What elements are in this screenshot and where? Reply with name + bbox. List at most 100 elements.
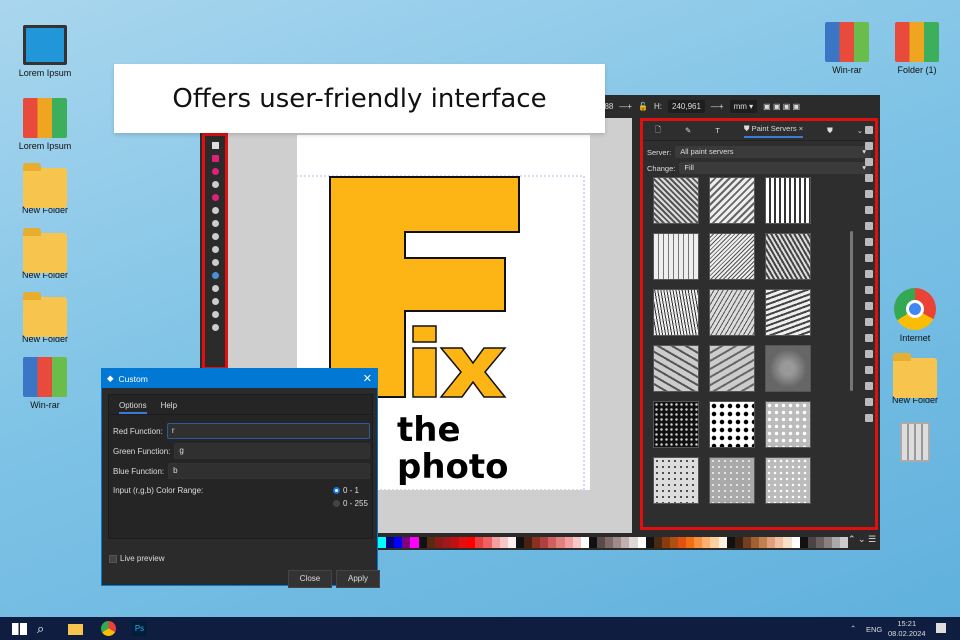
spiral-tool-icon[interactable]: [211, 207, 219, 214]
desktop-icon-win-rar[interactable]: Win-rar: [10, 357, 80, 410]
palette-scroll-up-icon[interactable]: ⌃ ⌄ ☰: [848, 534, 876, 545]
pattern-swatch[interactable]: [765, 345, 811, 392]
range-radio-0-1[interactable]: 0 - 1: [333, 486, 359, 495]
pattern-swatch[interactable]: [765, 289, 811, 336]
pattern-swatch[interactable]: [653, 345, 699, 392]
shield-tab-icon[interactable]: ⛊: [827, 126, 833, 136]
pencil-tool-icon[interactable]: [211, 233, 219, 240]
palette-swatch[interactable]: [402, 537, 411, 548]
file-explorer-icon[interactable]: [68, 624, 83, 635]
photoshop-icon[interactable]: Ps: [132, 621, 147, 636]
palette-swatch[interactable]: [467, 537, 476, 548]
palette-swatch[interactable]: [653, 537, 662, 548]
palette-swatch[interactable]: [523, 537, 533, 548]
palette-swatch[interactable]: [605, 537, 614, 548]
desktop-icon-new-folder-3[interactable]: New Folder: [10, 291, 80, 344]
pattern-swatch[interactable]: [765, 401, 811, 448]
palette-swatch[interactable]: [694, 537, 703, 548]
minus-plus-icon[interactable]: —+: [711, 102, 724, 111]
language-indicator[interactable]: ENG: [866, 625, 882, 634]
desktop-icon-new-folder-1[interactable]: New Folder: [10, 162, 80, 215]
new-document-icon[interactable]: [865, 126, 873, 134]
text-tab-icon[interactable]: T: [715, 126, 720, 135]
apply-button[interactable]: Apply: [336, 570, 380, 588]
palette-swatch[interactable]: [556, 537, 565, 548]
palette-swatch[interactable]: [669, 537, 679, 548]
pattern-swatch[interactable]: [653, 401, 699, 448]
palette-swatch[interactable]: [726, 537, 735, 548]
ungroup-icon[interactable]: [865, 366, 873, 374]
zoom-icon[interactable]: [865, 302, 873, 310]
palette-swatch[interactable]: [491, 537, 500, 548]
pattern-swatch[interactable]: [653, 457, 699, 504]
blue-function-input[interactable]: b: [168, 463, 370, 479]
3d-box-tool-icon[interactable]: [211, 194, 219, 201]
undo-icon[interactable]: [865, 222, 873, 230]
paste-icon[interactable]: [865, 286, 873, 294]
green-function-input[interactable]: g: [174, 443, 370, 459]
palette-swatch[interactable]: [791, 537, 800, 548]
unit-select[interactable]: mm ▾: [729, 100, 758, 113]
desktop-icon-lorem-ipsum-computer[interactable]: Lorem Ipsum: [10, 25, 80, 78]
palette-swatch[interactable]: [515, 537, 524, 548]
ellipse-tool-icon[interactable]: [211, 168, 219, 175]
rectangle-tool-icon[interactable]: [211, 155, 219, 162]
palette-swatch[interactable]: [742, 537, 752, 548]
palette-swatch[interactable]: [410, 537, 419, 548]
palette-swatch[interactable]: [678, 537, 687, 548]
palette-swatch[interactable]: [832, 537, 841, 548]
palette-swatch[interactable]: [718, 537, 727, 548]
palette-swatch[interactable]: [418, 537, 427, 548]
fill-stroke-tab-icon[interactable]: ✎: [685, 126, 691, 135]
palette-swatch[interactable]: [783, 537, 792, 548]
notifications-icon[interactable]: [936, 623, 946, 633]
pattern-swatch[interactable]: [709, 177, 755, 224]
pattern-swatch[interactable]: [709, 233, 755, 280]
range-radio-0-255[interactable]: 0 - 255: [333, 499, 368, 508]
pattern-swatch[interactable]: [653, 177, 699, 224]
tray-chevron-icon[interactable]: ⌃: [850, 624, 856, 633]
palette-swatch[interactable]: [702, 537, 711, 548]
selector-tool-icon[interactable]: [211, 142, 219, 149]
palette-swatch[interactable]: [532, 537, 541, 548]
palette-swatch[interactable]: [645, 537, 654, 548]
palette-swatch[interactable]: [710, 537, 719, 548]
palette-swatch[interactable]: [386, 537, 395, 548]
document-properties-tab-icon[interactable]: 🗋: [655, 124, 661, 137]
palette-swatch[interactable]: [621, 537, 630, 548]
print-icon[interactable]: [865, 174, 873, 182]
gradient-tool-icon[interactable]: [211, 272, 219, 279]
pattern-swatch[interactable]: [709, 457, 755, 504]
tab-paint-servers[interactable]: ⛊ Paint Servers ×: [743, 124, 804, 138]
desktop-icon-win-rar-right[interactable]: Win-rar: [812, 22, 882, 75]
panel-scrollbar[interactable]: [850, 231, 853, 391]
palette-swatch[interactable]: [426, 537, 435, 548]
palette-swatch[interactable]: [564, 537, 573, 548]
palette-swatch[interactable]: [767, 537, 776, 548]
palette-swatch[interactable]: [661, 537, 670, 548]
palette-swatch[interactable]: [588, 537, 597, 548]
palette-swatch[interactable]: [572, 537, 581, 548]
calligraphy-tool-icon[interactable]: [211, 246, 219, 253]
palette-swatch[interactable]: [434, 537, 443, 548]
open-icon[interactable]: [865, 142, 873, 150]
eraser-tool-icon[interactable]: [211, 324, 219, 331]
palette-swatch[interactable]: [507, 537, 516, 548]
palette-swatch[interactable]: [580, 537, 589, 548]
lock-icon[interactable]: 🔓: [638, 102, 648, 111]
paint-bucket-icon[interactable]: [211, 311, 219, 318]
cut-icon[interactable]: [865, 270, 873, 278]
desktop-icon-recycle-bin[interactable]: [880, 422, 950, 465]
pattern-swatch[interactable]: [765, 177, 811, 224]
palette-swatch[interactable]: [759, 537, 768, 548]
pen-tool-icon[interactable]: [211, 220, 219, 227]
close-button[interactable]: Close: [288, 570, 332, 588]
server-select[interactable]: All paint servers ▾: [675, 146, 871, 158]
close-icon[interactable]: ✕: [363, 372, 372, 385]
pattern-swatch[interactable]: [709, 401, 755, 448]
desktop-icon-lorem-ipsum-binders[interactable]: Lorem Ipsum: [10, 98, 80, 151]
tab-options[interactable]: Options: [119, 401, 147, 414]
red-function-input[interactable]: r: [166, 423, 370, 439]
export-icon[interactable]: [865, 206, 873, 214]
palette-swatch[interactable]: [596, 537, 606, 548]
